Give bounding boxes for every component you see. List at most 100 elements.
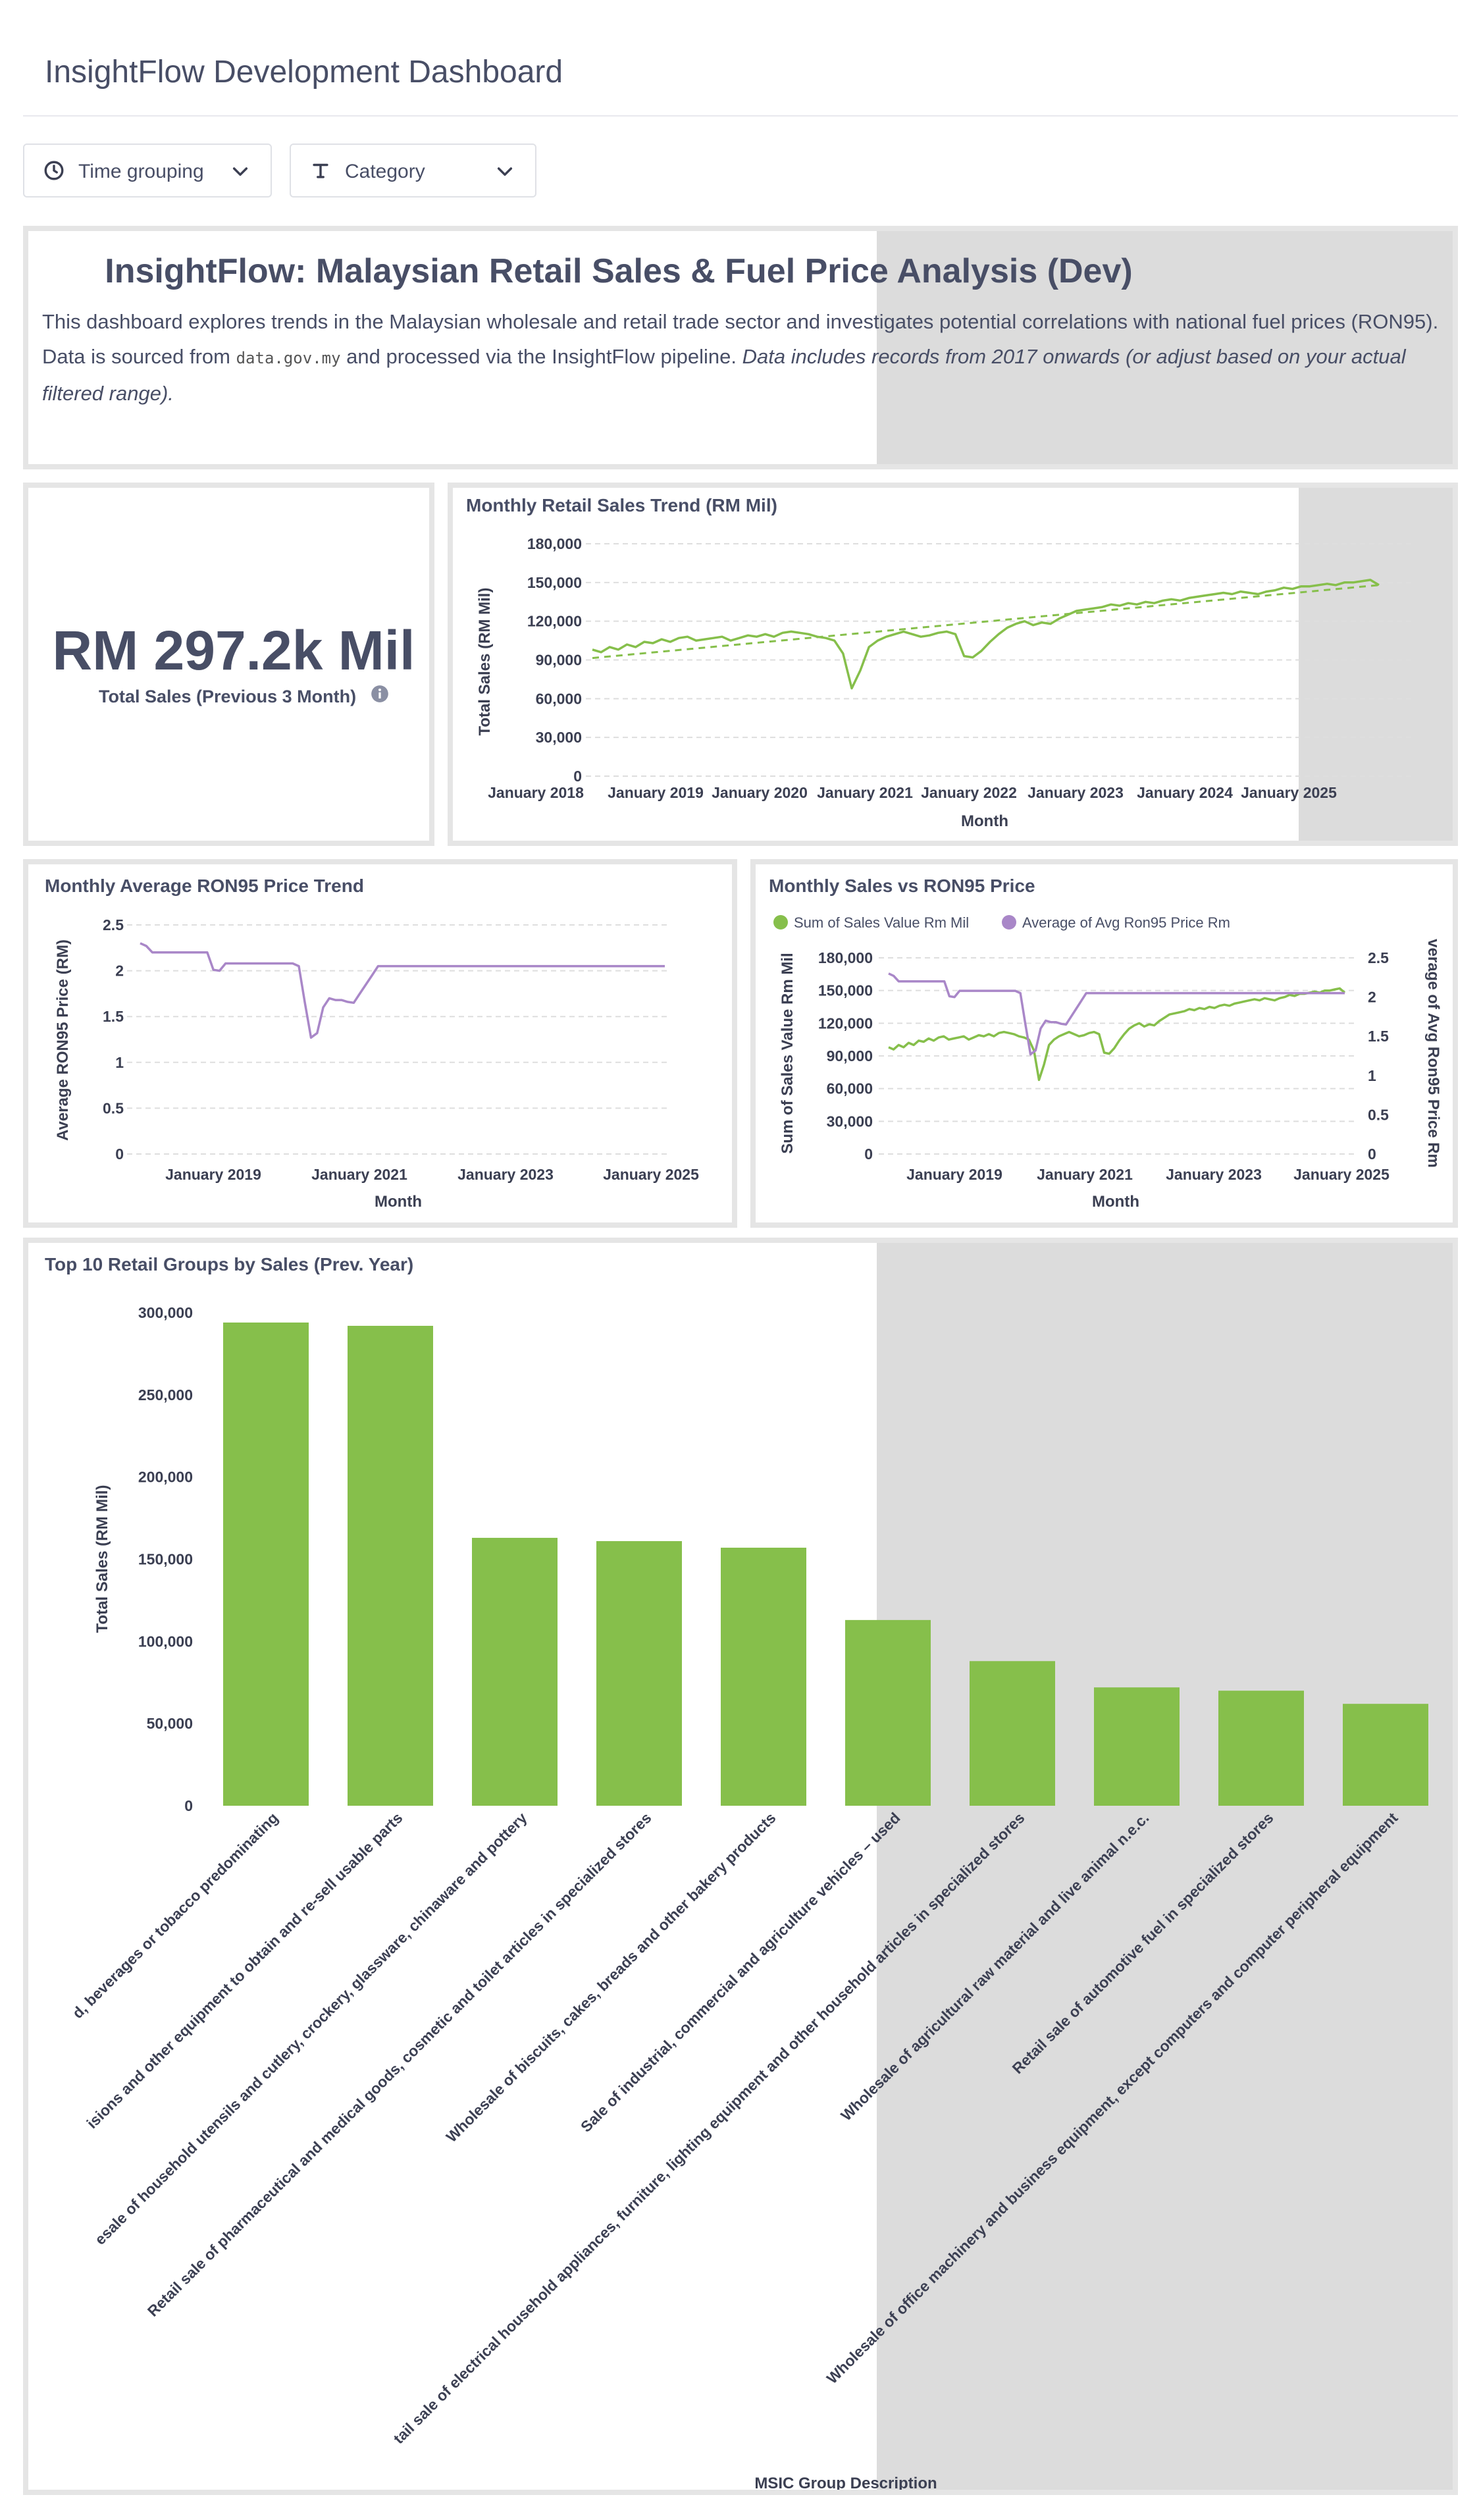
ron95-trend-title: Monthly Average RON95 Price Trend <box>45 876 364 896</box>
y-tick-label: 1.5 <box>103 1008 124 1025</box>
y-tick-label: 0.5 <box>1368 1106 1389 1123</box>
x-tick-label: January 2019 <box>608 784 704 801</box>
y-tick-label: 0 <box>573 768 582 785</box>
bar <box>970 1661 1055 1806</box>
y-tick-label: 90,000 <box>827 1047 873 1064</box>
category-label: Wholesale of office machinery and busine… <box>823 1809 1401 2387</box>
category-label: tail sale of electrical household applia… <box>390 1809 1027 2447</box>
category-label: esale of household utensils and cutlery,… <box>91 1809 531 2248</box>
bar <box>348 1325 433 1806</box>
y-tick-label: 50,000 <box>147 1715 193 1732</box>
chevron-down-icon <box>232 167 248 176</box>
x-tick-label: January 2025 <box>1293 1166 1390 1183</box>
y-tick-label: 200,000 <box>138 1469 193 1486</box>
clock-icon <box>44 161 64 180</box>
bar <box>1343 1704 1428 1806</box>
x-tick-label: January 2021 <box>817 784 913 801</box>
category-label: d, beverages or tobacco predominating <box>69 1809 282 2022</box>
category-filter[interactable]: Category <box>290 144 536 197</box>
y-tick-label: 0 <box>864 1145 873 1163</box>
category-label: Category <box>345 161 425 182</box>
y-tick-label: 30,000 <box>536 729 582 746</box>
x-tick-label: January 2019 <box>906 1166 1002 1183</box>
y-tick-label: 60,000 <box>536 690 582 707</box>
intro-text: This dashboard explores trends in the Ma… <box>42 304 1444 411</box>
y-tick-label: 300,000 <box>138 1304 193 1321</box>
x-axis-title: Month <box>961 812 1008 830</box>
y-tick-label: 150,000 <box>818 982 873 999</box>
x-axis-title: Month <box>375 1193 422 1211</box>
x-axis-title: Month <box>1092 1193 1139 1211</box>
sales-vs-ron95-chart: 0 30,000 60,000 90,000 120,000 150,000 180,000… <box>773 914 1442 1211</box>
x-tick-label: January 2019 <box>165 1166 261 1183</box>
y-axis-title: Sum of Sales Value Rm Mil <box>779 953 796 1153</box>
y-tick-label: 2 <box>115 962 124 980</box>
x-tick-label: January 2020 <box>712 784 808 801</box>
ron95-line <box>140 942 665 1039</box>
y-tick-label: 180,000 <box>527 535 582 552</box>
y-axis-title: Total Sales (RM Mil) <box>476 588 494 736</box>
kpi-label: Total Sales (Previous 3 Month) <box>99 687 357 706</box>
x-tick-label: January 2023 <box>1027 784 1124 801</box>
bar <box>1094 1687 1180 1806</box>
text-type-icon <box>313 163 328 178</box>
bar <box>223 1322 309 1806</box>
time-grouping-filter[interactable]: Time grouping <box>23 144 272 197</box>
x-tick-label: January 2018 <box>488 784 584 801</box>
y-tick-label: 2.5 <box>1368 949 1389 966</box>
sales-line <box>888 987 1346 1082</box>
y-tick-label: 0.5 <box>103 1099 124 1116</box>
intro-text-part: and processed via the InsightFlow pipeli… <box>340 345 742 368</box>
y-tick-label: 60,000 <box>827 1080 873 1097</box>
category-label: Wholesale of agricultural raw material a… <box>837 1809 1152 2124</box>
y-tick-label: 90,000 <box>536 652 582 669</box>
header-divider <box>23 115 1458 117</box>
y-tick-label: 150,000 <box>527 574 582 591</box>
y-tick-label: 120,000 <box>818 1014 873 1032</box>
y-tick-label: 0 <box>1368 1145 1376 1163</box>
chevron-down-icon <box>497 167 513 176</box>
y-tick-label: 180,000 <box>818 949 873 966</box>
page-title: InsightFlow Development Dashboard <box>45 55 563 90</box>
ron95-trend-chart: 0 0.5 1 1.5 2 2.5 January 2019 January 2021 Janu… <box>54 916 699 1211</box>
category-label: Retail sale of automotive fuel in specia… <box>1009 1809 1277 2077</box>
y-axis-title: Total Sales (RM Mil) <box>93 1485 111 1633</box>
bar <box>721 1548 806 1806</box>
x-tick-label: January 2021 <box>311 1166 407 1183</box>
bar <box>472 1538 558 1806</box>
y-tick-label: 1 <box>115 1054 124 1071</box>
x-tick-label: January 2025 <box>1241 784 1337 801</box>
y-axis-title: Average RON95 Price (RM) <box>54 939 72 1141</box>
y-tick-label: 120,000 <box>527 613 582 630</box>
y-tick-label: 250,000 <box>138 1386 193 1404</box>
y-tick-label: 30,000 <box>827 1113 873 1130</box>
bar <box>1218 1691 1304 1806</box>
bar <box>596 1541 682 1806</box>
x-tick-label: January 2024 <box>1137 784 1233 801</box>
x-tick-label: January 2022 <box>921 784 1017 801</box>
x-tick-label: January 2021 <box>1037 1166 1133 1183</box>
y-tick-label: 0 <box>115 1145 124 1163</box>
x-axis-title: MSIC Group Description <box>754 2475 937 2490</box>
time-grouping-label: Time grouping <box>78 161 204 182</box>
x-tick-label: January 2025 <box>603 1166 699 1183</box>
x-tick-label: January 2023 <box>457 1166 554 1183</box>
kpi-value: RM 297.2k Mil <box>52 619 415 681</box>
y2-axis-title: verage of Avg Ron95 Price Rm <box>1424 939 1442 1168</box>
y-tick-label: 1 <box>1368 1067 1376 1084</box>
info-icon[interactable] <box>371 685 389 703</box>
sales-line <box>592 579 1380 690</box>
legend-swatch-sales <box>773 915 788 930</box>
sales-vs-ron95-title: Monthly Sales vs RON95 Price <box>769 876 1035 896</box>
source-code-text: data.gov.my <box>236 349 341 367</box>
category-label: Retail sale of pharmaceutical and medica… <box>144 1809 655 2320</box>
sales-trend-chart: 0 30,000 60,000 90,000 120,000 150,000 180,000… <box>476 535 1414 830</box>
intro-heading: InsightFlow: Malaysian Retail Sales & Fu… <box>105 252 1133 290</box>
y-tick-label: 0 <box>184 1797 193 1814</box>
y-tick-label: 150,000 <box>138 1551 193 1568</box>
bar <box>845 1619 931 1806</box>
top-groups-chart: 0 50,000 100,000 150,000 200,000 250,000 300,0… <box>69 1304 1428 2490</box>
y-tick-label: 2 <box>1368 989 1376 1006</box>
legend-label-ron95: Average of Avg Ron95 Price Rm <box>1022 914 1230 931</box>
sales-trend-title: Monthly Retail Sales Trend (RM Mil) <box>466 495 777 515</box>
